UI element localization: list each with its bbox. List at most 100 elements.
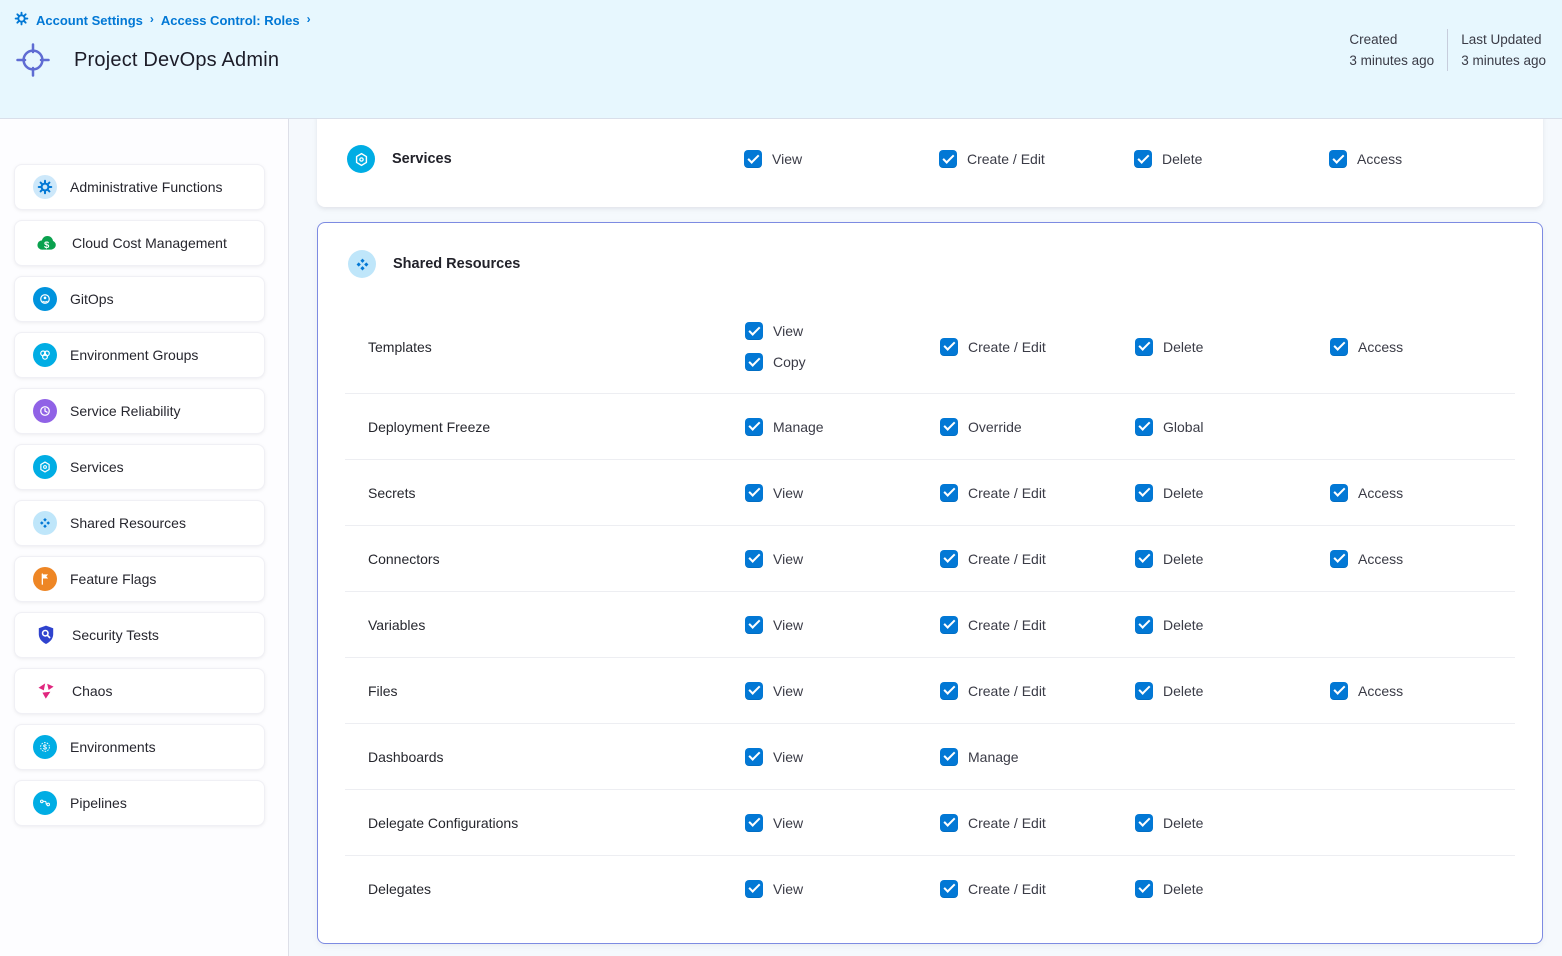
sidebar-item-services[interactable]: Services bbox=[14, 444, 265, 490]
permission-checkbox-view[interactable]: View bbox=[745, 616, 940, 634]
permission-checkbox-global[interactable]: Global bbox=[1135, 418, 1330, 436]
permission-cell: Access bbox=[1330, 338, 1515, 356]
permission-checkbox-create-edit[interactable]: Create / Edit bbox=[940, 338, 1135, 356]
permission-label: Create / Edit bbox=[968, 881, 1046, 897]
permission-checkbox-view[interactable]: View bbox=[745, 322, 940, 340]
permission-checkbox-create-edit[interactable]: Create / Edit bbox=[940, 814, 1135, 832]
permission-checkbox-view[interactable]: View bbox=[745, 484, 940, 502]
checkbox-checked-icon[interactable] bbox=[1135, 682, 1153, 700]
checkbox-checked-icon[interactable] bbox=[940, 418, 958, 436]
checkbox-checked-icon[interactable] bbox=[940, 338, 958, 356]
permission-checkbox-view[interactable]: View bbox=[745, 748, 940, 766]
sidebar-item-shared-resources[interactable]: Shared Resources bbox=[14, 500, 265, 546]
sidebar-item-environments[interactable]: $Environments bbox=[14, 724, 265, 770]
sidebar-item-security-tests[interactable]: Security Tests bbox=[14, 612, 265, 658]
sidebar-item-chaos[interactable]: Chaos bbox=[14, 668, 265, 714]
permission-checkbox-access[interactable]: Access bbox=[1330, 682, 1515, 700]
sidebar-item-label: Pipelines bbox=[70, 795, 127, 811]
checkbox-checked-icon[interactable] bbox=[745, 814, 763, 832]
checkbox-checked-icon[interactable] bbox=[940, 814, 958, 832]
checkbox-checked-icon[interactable] bbox=[1330, 682, 1348, 700]
checkbox-checked-icon[interactable] bbox=[745, 682, 763, 700]
permission-checkbox-view[interactable]: View bbox=[745, 880, 940, 898]
permission-checkbox-view[interactable]: View bbox=[745, 814, 940, 832]
permission-checkbox-manage[interactable]: Manage bbox=[940, 748, 1135, 766]
permission-checkbox-manage[interactable]: Manage bbox=[745, 418, 940, 436]
permission-checkbox-delete[interactable]: Delete bbox=[1135, 814, 1330, 832]
permission-checkbox-view[interactable]: View bbox=[745, 550, 940, 568]
permission-checkbox-access[interactable]: Access bbox=[1330, 338, 1515, 356]
permission-checkbox-copy[interactable]: Copy bbox=[745, 353, 940, 371]
checkbox-checked-icon[interactable] bbox=[940, 682, 958, 700]
checkbox-checked-icon[interactable] bbox=[940, 880, 958, 898]
checkbox-checked-icon[interactable] bbox=[940, 748, 958, 766]
permission-cell: Create / Edit bbox=[940, 550, 1135, 568]
checkbox-checked-icon[interactable] bbox=[745, 418, 763, 436]
permission-checkbox-override[interactable]: Override bbox=[940, 418, 1135, 436]
checkbox-checked-icon[interactable] bbox=[1135, 880, 1153, 898]
permission-row-files: FilesViewCreate / EditDeleteAccess bbox=[345, 657, 1515, 723]
permission-cell: View bbox=[745, 748, 940, 766]
permission-checkbox-access[interactable]: Access bbox=[1330, 484, 1515, 502]
sidebar-item-environment-groups[interactable]: Environment Groups bbox=[14, 332, 265, 378]
checkbox-checked-icon[interactable] bbox=[1135, 550, 1153, 568]
checkbox-checked-icon[interactable] bbox=[745, 550, 763, 568]
sidebar-item-gitops[interactable]: GitOps bbox=[14, 276, 265, 322]
checkbox-checked-icon[interactable] bbox=[745, 748, 763, 766]
sidebar-item-administrative-functions[interactable]: Administrative Functions bbox=[14, 164, 265, 210]
checkbox-checked-icon[interactable] bbox=[1330, 484, 1348, 502]
permission-checkbox-delete[interactable]: Delete bbox=[1134, 150, 1329, 168]
permission-checkbox-view[interactable]: View bbox=[745, 682, 940, 700]
checkbox-checked-icon[interactable] bbox=[940, 616, 958, 634]
app-window: Account Settings › Access Control: Roles… bbox=[0, 0, 1562, 956]
checkbox-checked-icon[interactable] bbox=[940, 484, 958, 502]
checkbox-checked-icon[interactable] bbox=[1134, 150, 1152, 168]
checkbox-checked-icon[interactable] bbox=[745, 880, 763, 898]
permission-label: Delete bbox=[1163, 815, 1203, 831]
permission-checkbox-access[interactable]: Access bbox=[1329, 150, 1516, 168]
checkbox-checked-icon[interactable] bbox=[1135, 484, 1153, 502]
breadcrumb-account-settings[interactable]: Account Settings bbox=[36, 13, 143, 28]
permission-checkbox-create-edit[interactable]: Create / Edit bbox=[940, 682, 1135, 700]
chevron-right-icon: › bbox=[307, 12, 311, 26]
breadcrumb-access-control-roles[interactable]: Access Control: Roles bbox=[161, 13, 300, 28]
checkbox-checked-icon[interactable] bbox=[1135, 814, 1153, 832]
checkbox-checked-icon[interactable] bbox=[745, 322, 763, 340]
permission-label: View bbox=[773, 815, 803, 831]
checkbox-checked-icon[interactable] bbox=[940, 550, 958, 568]
checkbox-checked-icon[interactable] bbox=[745, 353, 763, 371]
permission-checkbox-view[interactable]: View bbox=[744, 150, 939, 168]
permission-checkbox-create-edit[interactable]: Create / Edit bbox=[939, 150, 1134, 168]
permission-checkbox-create-edit[interactable]: Create / Edit bbox=[940, 550, 1135, 568]
sidebar-item-service-reliability[interactable]: Service Reliability bbox=[14, 388, 265, 434]
checkbox-checked-icon[interactable] bbox=[745, 616, 763, 634]
checkbox-checked-icon[interactable] bbox=[1135, 616, 1153, 634]
permission-checkbox-delete[interactable]: Delete bbox=[1135, 484, 1330, 502]
chaos-icon bbox=[33, 678, 59, 704]
checkbox-checked-icon[interactable] bbox=[1329, 150, 1347, 168]
permission-checkbox-delete[interactable]: Delete bbox=[1135, 880, 1330, 898]
permission-checkbox-delete[interactable]: Delete bbox=[1135, 682, 1330, 700]
environment-groups-icon bbox=[33, 343, 57, 367]
feature-flag-icon bbox=[33, 567, 57, 591]
sidebar-item-cloud-cost-management[interactable]: $Cloud Cost Management bbox=[14, 220, 265, 266]
checkbox-checked-icon[interactable] bbox=[1330, 550, 1348, 568]
permission-checkbox-delete[interactable]: Delete bbox=[1135, 338, 1330, 356]
sidebar-item-pipelines[interactable]: Pipelines bbox=[14, 780, 265, 826]
permission-checkbox-delete[interactable]: Delete bbox=[1135, 616, 1330, 634]
sidebar-item-feature-flags[interactable]: Feature Flags bbox=[14, 556, 265, 602]
permission-checkbox-create-edit[interactable]: Create / Edit bbox=[940, 484, 1135, 502]
permission-checkbox-access[interactable]: Access bbox=[1330, 550, 1515, 568]
checkbox-checked-icon[interactable] bbox=[745, 484, 763, 502]
checkbox-checked-icon[interactable] bbox=[939, 150, 957, 168]
checkbox-checked-icon[interactable] bbox=[1330, 338, 1348, 356]
permission-checkbox-create-edit[interactable]: Create / Edit bbox=[940, 616, 1135, 634]
checkbox-checked-icon[interactable] bbox=[744, 150, 762, 168]
checkbox-checked-icon[interactable] bbox=[1135, 338, 1153, 356]
permission-label: Access bbox=[1358, 551, 1403, 567]
permission-checkbox-delete[interactable]: Delete bbox=[1135, 550, 1330, 568]
permission-checkbox-create-edit[interactable]: Create / Edit bbox=[940, 880, 1135, 898]
permission-cell: Delete bbox=[1135, 682, 1330, 700]
checkbox-checked-icon[interactable] bbox=[1135, 418, 1153, 436]
permission-label: View bbox=[773, 749, 803, 765]
